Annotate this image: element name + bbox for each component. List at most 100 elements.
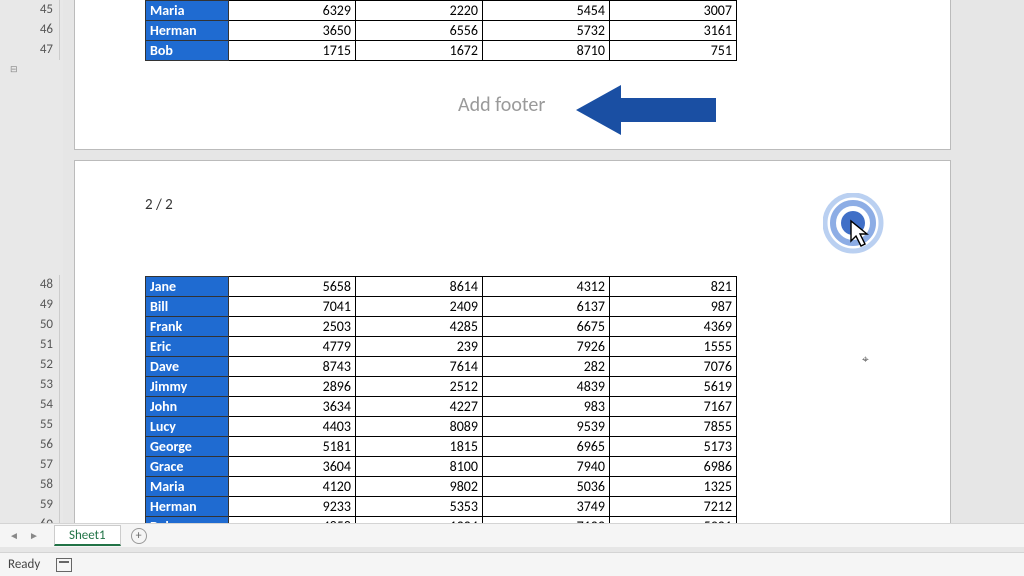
value-cell[interactable]: 1715 bbox=[229, 41, 356, 61]
row-number[interactable]: 48 bbox=[0, 275, 60, 295]
value-cell[interactable]: 7926 bbox=[483, 337, 610, 357]
value-cell[interactable]: 6556 bbox=[356, 21, 483, 41]
value-cell[interactable]: 7076 bbox=[610, 357, 737, 377]
value-cell[interactable]: 9802 bbox=[356, 477, 483, 497]
value-cell[interactable]: 239 bbox=[356, 337, 483, 357]
tab-nav-next-icon[interactable]: ► bbox=[26, 528, 42, 544]
name-cell[interactable]: George bbox=[146, 437, 229, 457]
value-cell[interactable]: 3604 bbox=[229, 457, 356, 477]
value-cell[interactable]: 1325 bbox=[610, 477, 737, 497]
value-cell[interactable]: 4839 bbox=[483, 377, 610, 397]
value-cell[interactable]: 8100 bbox=[356, 457, 483, 477]
name-cell[interactable]: Bob bbox=[146, 41, 229, 61]
value-cell[interactable]: 7940 bbox=[483, 457, 610, 477]
name-cell[interactable]: Maria bbox=[146, 1, 229, 21]
row-number[interactable]: 49 bbox=[0, 295, 60, 315]
name-cell[interactable]: Herman bbox=[146, 21, 229, 41]
value-cell[interactable]: 1555 bbox=[610, 337, 737, 357]
value-cell[interactable]: 4312 bbox=[483, 277, 610, 297]
value-cell[interactable]: 6965 bbox=[483, 437, 610, 457]
value-cell[interactable]: 4369 bbox=[610, 317, 737, 337]
row-number[interactable]: 51 bbox=[0, 335, 60, 355]
value-cell[interactable]: 4227 bbox=[356, 397, 483, 417]
name-cell[interactable]: Bill bbox=[146, 297, 229, 317]
add-sheet-button[interactable]: + bbox=[131, 528, 147, 544]
value-cell[interactable]: 4403 bbox=[229, 417, 356, 437]
value-cell[interactable]: 2220 bbox=[356, 1, 483, 21]
value-cell[interactable]: 821 bbox=[610, 277, 737, 297]
value-cell[interactable]: 2512 bbox=[356, 377, 483, 397]
macro-record-icon[interactable] bbox=[56, 558, 72, 572]
value-cell[interactable]: 3007 bbox=[610, 1, 737, 21]
name-cell[interactable]: John bbox=[146, 397, 229, 417]
value-cell[interactable]: 2409 bbox=[356, 297, 483, 317]
name-cell[interactable]: Dave bbox=[146, 357, 229, 377]
value-cell[interactable]: 3650 bbox=[229, 21, 356, 41]
value-cell[interactable]: 5454 bbox=[483, 1, 610, 21]
value-cell[interactable]: 4285 bbox=[356, 317, 483, 337]
table-row: Maria6329222054543007 bbox=[146, 1, 737, 21]
name-cell[interactable]: Maria bbox=[146, 477, 229, 497]
table-row: Dave874376142827076 bbox=[146, 357, 737, 377]
name-cell[interactable]: Frank bbox=[146, 317, 229, 337]
row-number[interactable]: 52 bbox=[0, 355, 60, 375]
row-number[interactable]: 58 bbox=[0, 475, 60, 495]
name-cell[interactable]: Lucy bbox=[146, 417, 229, 437]
value-cell[interactable]: 9539 bbox=[483, 417, 610, 437]
value-cell[interactable]: 7614 bbox=[356, 357, 483, 377]
value-cell[interactable]: 8089 bbox=[356, 417, 483, 437]
value-cell[interactable]: 282 bbox=[483, 357, 610, 377]
row-number[interactable]: 50 bbox=[0, 315, 60, 335]
name-cell[interactable]: Jane bbox=[146, 277, 229, 297]
value-cell[interactable]: 2503 bbox=[229, 317, 356, 337]
value-cell[interactable]: 4779 bbox=[229, 337, 356, 357]
value-cell[interactable]: 5353 bbox=[356, 497, 483, 517]
name-cell[interactable]: Jimmy bbox=[146, 377, 229, 397]
value-cell[interactable]: 6675 bbox=[483, 317, 610, 337]
value-cell[interactable]: 7212 bbox=[610, 497, 737, 517]
row-number[interactable]: 56 bbox=[0, 435, 60, 455]
row-number[interactable]: 57 bbox=[0, 455, 60, 475]
value-cell[interactable]: 6137 bbox=[483, 297, 610, 317]
value-cell[interactable]: 2896 bbox=[229, 377, 356, 397]
value-cell[interactable]: 751 bbox=[610, 41, 737, 61]
sheet-tab[interactable]: Sheet1 bbox=[54, 525, 121, 546]
row-number[interactable]: 47 bbox=[0, 40, 60, 60]
value-cell[interactable]: 987 bbox=[610, 297, 737, 317]
outline-collapse-icon[interactable]: ⊟ bbox=[10, 64, 18, 75]
add-footer-placeholder[interactable]: Add footer bbox=[458, 93, 545, 117]
name-cell[interactable]: Eric bbox=[146, 337, 229, 357]
value-cell[interactable]: 8710 bbox=[483, 41, 610, 61]
value-cell[interactable]: 9233 bbox=[229, 497, 356, 517]
value-cell[interactable]: 5181 bbox=[229, 437, 356, 457]
value-cell[interactable]: 1815 bbox=[356, 437, 483, 457]
value-cell[interactable]: 1672 bbox=[356, 41, 483, 61]
row-number[interactable]: 59 bbox=[0, 495, 60, 515]
value-cell[interactable]: 5658 bbox=[229, 277, 356, 297]
row-number[interactable]: 54 bbox=[0, 395, 60, 415]
value-cell[interactable]: 5619 bbox=[610, 377, 737, 397]
row-number[interactable]: 45 bbox=[0, 0, 60, 20]
value-cell[interactable]: 5173 bbox=[610, 437, 737, 457]
table-row: Jimmy2896251248395619 bbox=[146, 377, 737, 397]
value-cell[interactable]: 7855 bbox=[610, 417, 737, 437]
value-cell[interactable]: 7041 bbox=[229, 297, 356, 317]
value-cell[interactable]: 6329 bbox=[229, 1, 356, 21]
value-cell[interactable]: 3161 bbox=[610, 21, 737, 41]
row-number[interactable]: 46 bbox=[0, 20, 60, 40]
row-number[interactable]: 53 bbox=[0, 375, 60, 395]
value-cell[interactable]: 3749 bbox=[483, 497, 610, 517]
value-cell[interactable]: 3634 bbox=[229, 397, 356, 417]
value-cell[interactable]: 7167 bbox=[610, 397, 737, 417]
value-cell[interactable]: 8743 bbox=[229, 357, 356, 377]
value-cell[interactable]: 6986 bbox=[610, 457, 737, 477]
value-cell[interactable]: 5732 bbox=[483, 21, 610, 41]
name-cell[interactable]: Grace bbox=[146, 457, 229, 477]
name-cell[interactable]: Herman bbox=[146, 497, 229, 517]
row-number[interactable]: 55 bbox=[0, 415, 60, 435]
value-cell[interactable]: 8614 bbox=[356, 277, 483, 297]
tab-nav-prev-icon[interactable]: ◄ bbox=[6, 528, 22, 544]
value-cell[interactable]: 5036 bbox=[483, 477, 610, 497]
value-cell[interactable]: 983 bbox=[483, 397, 610, 417]
value-cell[interactable]: 4120 bbox=[229, 477, 356, 497]
